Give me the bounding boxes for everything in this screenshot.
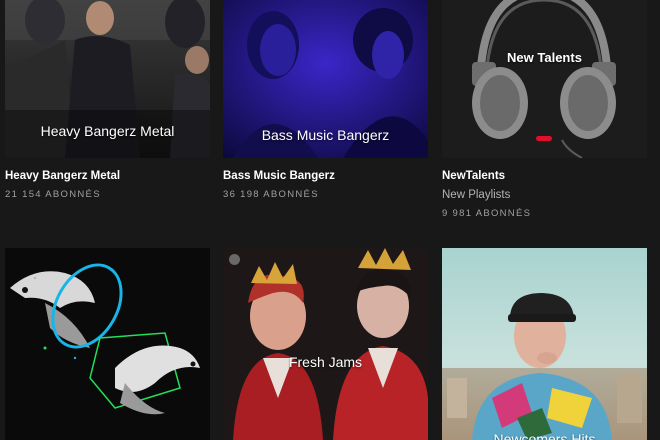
playlist-cover[interactable]: [5, 248, 210, 440]
follower-count: 9 981 ABONNÉS: [442, 208, 532, 219]
playlist-title[interactable]: Bass Music Bangerz: [223, 170, 428, 182]
follower-count: 36 198 ABONNÉS: [223, 189, 319, 200]
playlist-card-heavy-bangerz-metal[interactable]: Heavy Bangerz Metal Heavy Bangerz Metal …: [5, 0, 210, 200]
cover-label: Heavy Bangerz Metal: [40, 123, 175, 139]
cover-image-kings-portrait: [223, 248, 428, 440]
playlist-title[interactable]: Heavy Bangerz Metal: [5, 170, 210, 182]
playlist-card-newcomers-hits[interactable]: Newcomers Hits: [442, 248, 647, 440]
follower-count: 21 154 ABONNÉS: [5, 189, 101, 200]
spotify-logo-icon: [229, 254, 240, 265]
cover-label: Newcomers Hits: [493, 431, 596, 440]
cover-image-rapper-portrait: [442, 248, 647, 440]
cover-label: New Talents: [507, 50, 582, 65]
cover-image-eagles: [5, 248, 210, 440]
playlist-cover[interactable]: Bass Music Bangerz: [223, 0, 428, 158]
playlist-title[interactable]: NewTalents: [442, 170, 647, 182]
cover-label: Bass Music Bangerz: [261, 127, 390, 143]
playlist-cover[interactable]: Newcomers Hits: [442, 248, 647, 440]
playlist-cover[interactable]: Heavy Bangerz Metal: [5, 0, 210, 158]
playlist-card-newtalents[interactable]: New Talents NewTalents New Playlists 9 9…: [442, 0, 647, 219]
playlist-card-bass-music-bangerz[interactable]: Bass Music Bangerz Bass Music Bangerz 36…: [223, 0, 428, 200]
cover-image-headphones: [442, 0, 647, 158]
playlist-owner[interactable]: New Playlists: [442, 189, 647, 201]
cover-label: Fresh Jams: [288, 354, 363, 370]
playlist-cover[interactable]: New Talents: [442, 0, 647, 158]
playlist-cover[interactable]: Fresh Jams: [223, 248, 428, 440]
playlist-card-eagles-art[interactable]: [5, 248, 210, 440]
playlist-grid: Heavy Bangerz Metal Heavy Bangerz Metal …: [0, 0, 660, 440]
playlist-card-fresh-jams[interactable]: Fresh Jams: [223, 248, 428, 440]
